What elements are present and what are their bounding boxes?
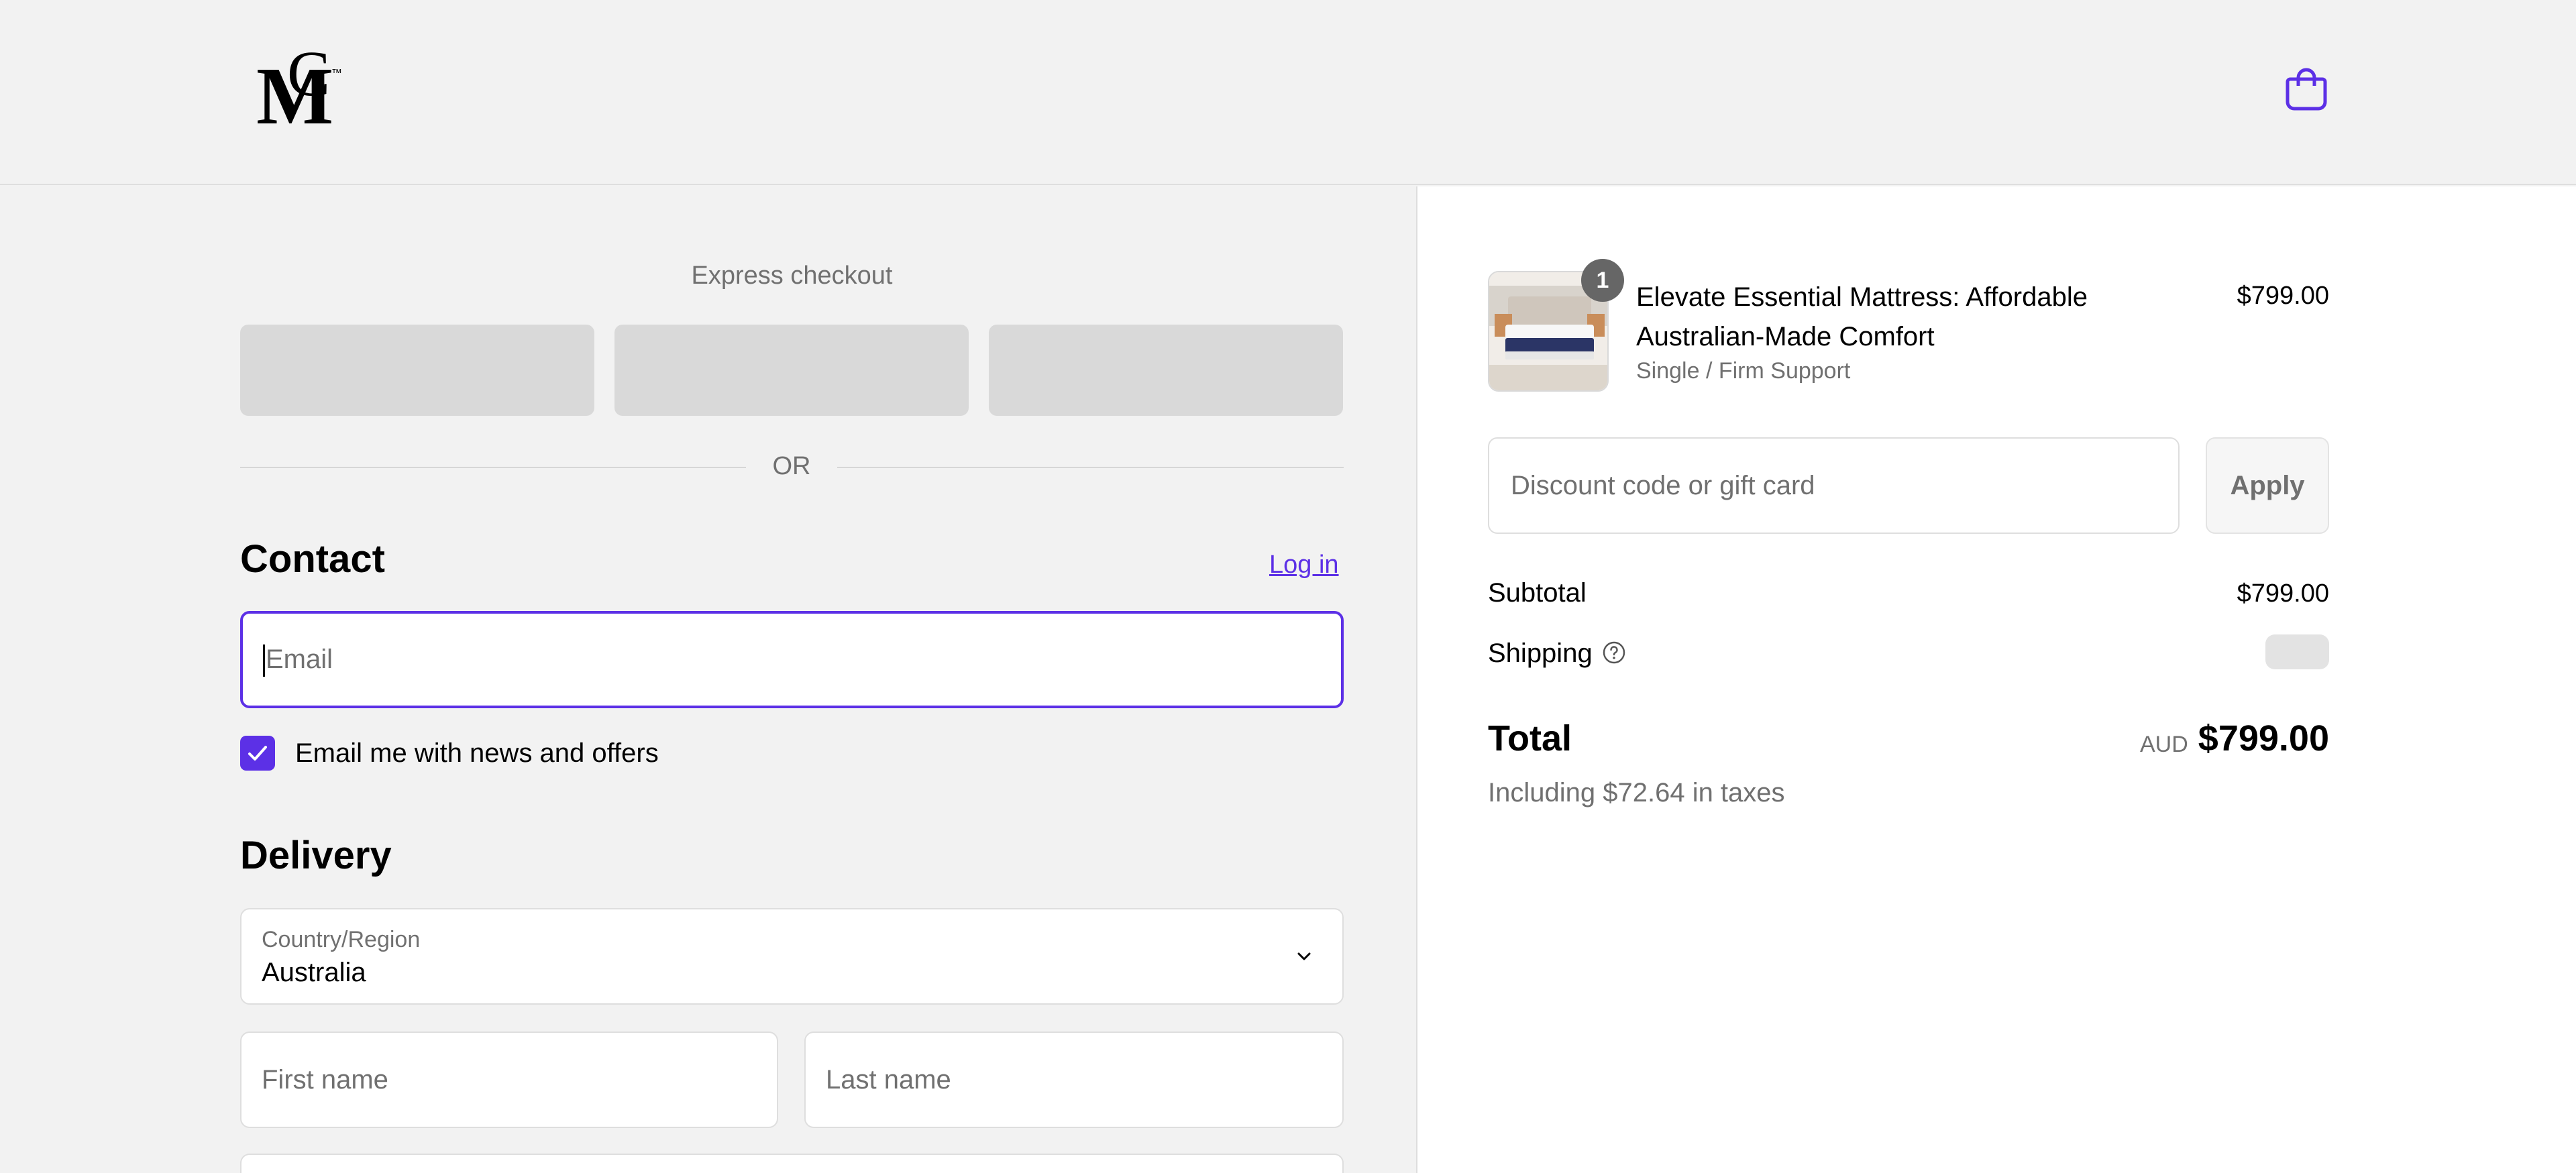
chevron-down-icon xyxy=(1297,952,1311,960)
express-pay-button-2[interactable] xyxy=(614,325,969,416)
express-pay-button-1[interactable] xyxy=(240,325,594,416)
express-pay-button-3[interactable] xyxy=(989,325,1343,416)
text-cursor xyxy=(263,645,265,677)
last-name-field[interactable] xyxy=(804,1031,1344,1128)
total-value: $799.00 xyxy=(2198,718,2329,759)
shipping-value-placeholder xyxy=(2265,634,2329,669)
svg-text:C: C xyxy=(287,40,330,109)
delivery-heading: Delivery xyxy=(240,834,392,877)
product-variant: Single / Firm Support xyxy=(1636,358,1851,384)
express-checkout-title: Express checkout xyxy=(691,262,893,290)
shipping-label: Shipping xyxy=(1488,638,1593,668)
total-label: Total xyxy=(1488,718,1572,759)
contact-heading: Contact xyxy=(240,537,385,581)
divider-right xyxy=(837,467,1344,468)
cart-button[interactable] xyxy=(2284,63,2329,111)
country-label: Country/Region xyxy=(262,927,421,952)
divider-left xyxy=(240,467,746,468)
product-price: $799.00 xyxy=(2237,282,2329,310)
currency-code: AUD xyxy=(2140,732,2188,757)
checkmark-icon xyxy=(248,746,267,761)
address-field[interactable] xyxy=(240,1154,1344,1173)
product-name: Elevate Essential Mattress: Affordable A… xyxy=(1636,282,2088,351)
quantity-badge: 1 xyxy=(1581,259,1624,302)
email-input[interactable] xyxy=(266,614,1326,706)
question-circle-icon[interactable] xyxy=(1602,640,1626,665)
first-name-field[interactable] xyxy=(240,1031,778,1128)
country-value: Australia xyxy=(262,958,366,987)
checkout-page: M C ™ Express checkout OR Contact Log in… xyxy=(0,0,2576,1173)
login-link[interactable]: Log in xyxy=(1269,551,1339,579)
news-offers-checkbox[interactable] xyxy=(240,736,275,771)
brand-logo[interactable]: M C ™ xyxy=(252,40,350,134)
first-name-input[interactable] xyxy=(262,1033,757,1127)
discount-field[interactable] xyxy=(1488,437,2180,534)
subtotal-label: Subtotal xyxy=(1488,578,1587,608)
or-divider-label: OR xyxy=(772,452,811,480)
country-select[interactable]: Country/Region Australia xyxy=(240,908,1344,1005)
last-name-input[interactable] xyxy=(826,1033,1322,1127)
shopping-bag-icon xyxy=(2286,68,2327,111)
subtotal-value: $799.00 xyxy=(2237,579,2329,608)
taxes-note: Including $72.64 in taxes xyxy=(1488,778,1785,807)
site-header: M C ™ xyxy=(0,0,2576,185)
discount-input[interactable] xyxy=(1511,439,2155,533)
apply-discount-button[interactable]: Apply xyxy=(2206,437,2329,534)
svg-text:™: ™ xyxy=(331,68,342,79)
email-field[interactable] xyxy=(240,611,1344,708)
news-offers-label[interactable]: Email me with news and offers xyxy=(295,738,659,769)
